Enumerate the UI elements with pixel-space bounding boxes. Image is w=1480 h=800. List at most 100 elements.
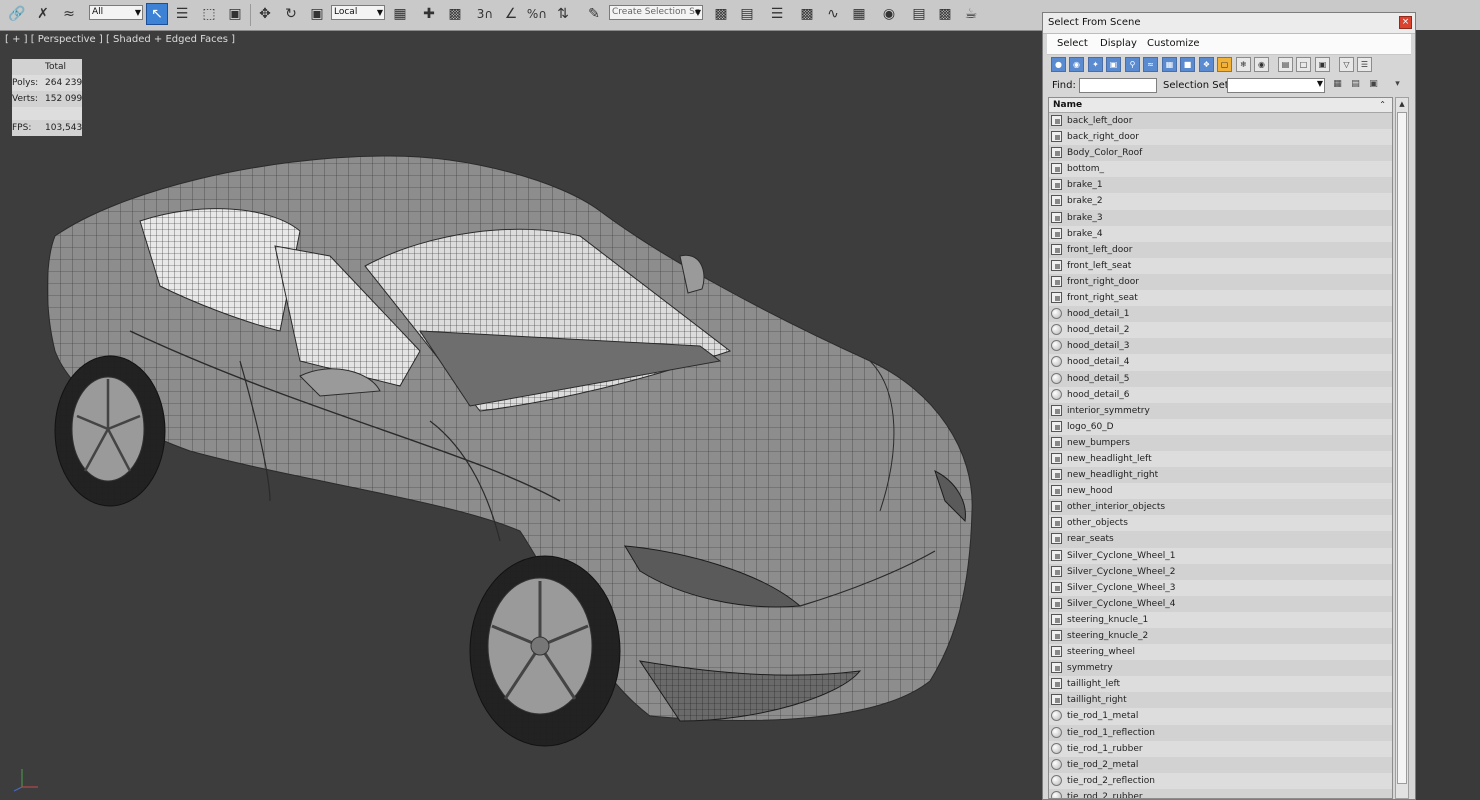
select-manipulate-icon[interactable]: ✚ xyxy=(418,3,440,25)
list-item[interactable]: Silver_Cyclone_Wheel_1 xyxy=(1049,547,1392,564)
remove-from-selection-set-icon[interactable]: ▣ xyxy=(1367,79,1380,92)
list-item[interactable]: steering_knucle_1 xyxy=(1049,611,1392,628)
list-item[interactable]: steering_wheel xyxy=(1049,644,1392,661)
object-list[interactable]: Name ⌃ back_left_door back_right_door Body_… xyxy=(1048,97,1393,799)
list-item[interactable]: symmetry xyxy=(1049,660,1392,677)
select-none-icon[interactable]: □ xyxy=(1296,57,1311,72)
add-to-selection-set-icon[interactable]: ▤ xyxy=(1349,79,1362,92)
list-item[interactable]: tie_rod_2_metal xyxy=(1049,756,1392,773)
list-item[interactable]: brake_1 xyxy=(1049,177,1392,194)
list-item[interactable]: new_hood xyxy=(1049,483,1392,500)
list-item[interactable]: hood_detail_4 xyxy=(1049,354,1392,371)
render-production-icon[interactable]: ☕ xyxy=(960,3,982,25)
link-icon[interactable]: 🔗 xyxy=(6,3,28,25)
move-icon[interactable]: ✥ xyxy=(254,3,276,25)
perspective-viewport[interactable]: [ + ] [ Perspective ] [ Shaded + Edged F… xyxy=(0,31,1040,800)
rotate-icon[interactable]: ↻ xyxy=(280,3,302,25)
list-item[interactable]: hood_detail_3 xyxy=(1049,338,1392,355)
list-item[interactable]: logo_60_D xyxy=(1049,418,1392,435)
list-item[interactable]: tie_rod_1_metal xyxy=(1049,708,1392,725)
list-item[interactable]: brake_3 xyxy=(1049,209,1392,226)
list-item[interactable]: other_objects xyxy=(1049,515,1392,532)
list-item[interactable]: tie_rod_2_rubber xyxy=(1049,788,1392,798)
spinner-snap-icon[interactable]: ⇅ xyxy=(552,3,574,25)
rectangular-selection-icon[interactable]: ⬚ xyxy=(198,3,220,25)
select-by-name-icon[interactable]: ☰ xyxy=(171,3,193,25)
list-item[interactable]: new_bumpers xyxy=(1049,434,1392,451)
scrollbar-thumb[interactable] xyxy=(1397,112,1407,784)
menu-customize[interactable]: Customize xyxy=(1147,38,1200,49)
bind-space-warp-icon[interactable]: ≈ xyxy=(58,3,80,25)
list-item[interactable]: back_left_door xyxy=(1049,113,1392,130)
display-helpers-icon[interactable]: ⚲ xyxy=(1125,57,1140,72)
list-item[interactable]: brake_2 xyxy=(1049,193,1392,210)
list-item[interactable]: tie_rod_1_rubber xyxy=(1049,740,1392,757)
list-item[interactable]: hood_detail_5 xyxy=(1049,370,1392,387)
filter-icon[interactable]: ▽ xyxy=(1339,57,1354,72)
list-item[interactable]: back_right_door xyxy=(1049,129,1392,146)
list-item[interactable]: front_right_seat xyxy=(1049,290,1392,307)
list-item[interactable]: Silver_Cyclone_Wheel_4 xyxy=(1049,595,1392,612)
list-item[interactable]: hood_detail_6 xyxy=(1049,386,1392,403)
display-xrefs-icon[interactable]: ■ xyxy=(1180,57,1195,72)
render-setup-icon[interactable]: ▤ xyxy=(908,3,930,25)
mirror-icon[interactable]: ▩ xyxy=(710,3,732,25)
display-shapes-icon[interactable]: ◉ xyxy=(1069,57,1084,72)
curve-editor-icon[interactable]: ∿ xyxy=(822,3,844,25)
display-spacewarps-icon[interactable]: ≈ xyxy=(1143,57,1158,72)
selection-set-dropdown[interactable]: ▼ xyxy=(1227,78,1325,93)
display-lights-icon[interactable]: ✦ xyxy=(1088,57,1103,72)
list-item[interactable]: interior_symmetry xyxy=(1049,402,1392,419)
list-item[interactable]: rear_seats xyxy=(1049,531,1392,548)
select-invert-icon[interactable]: ▣ xyxy=(1315,57,1330,72)
close-button[interactable]: × xyxy=(1399,16,1412,29)
keyboard-shortcut-override-icon[interactable]: ▩ xyxy=(444,3,466,25)
snaps-toggle-icon[interactable]: 3 ∩ xyxy=(474,3,496,25)
create-selection-set-icon[interactable]: ▦ xyxy=(1331,79,1344,92)
list-item[interactable]: taillight_left xyxy=(1049,676,1392,693)
align-icon[interactable]: ▤ xyxy=(736,3,758,25)
display-hidden-icon[interactable]: ◉ xyxy=(1254,57,1269,72)
list-item[interactable]: Silver_Cyclone_Wheel_3 xyxy=(1049,579,1392,596)
list-item[interactable]: Body_Color_Roof xyxy=(1049,145,1392,162)
display-geometry-icon[interactable]: ● xyxy=(1051,57,1066,72)
selection-filter-dropdown[interactable]: All ▼ xyxy=(89,5,143,20)
toggle-scene-explorer-icon[interactable]: ▩ xyxy=(796,3,818,25)
pivot-center-icon[interactable]: ▦ xyxy=(389,3,411,25)
expand-options-icon[interactable]: ▾ xyxy=(1391,79,1404,92)
list-item[interactable]: front_left_door xyxy=(1049,241,1392,258)
schematic-view-icon[interactable]: ▦ xyxy=(848,3,870,25)
list-item[interactable]: tie_rod_1_reflection xyxy=(1049,724,1392,741)
display-cameras-icon[interactable]: ▣ xyxy=(1106,57,1121,72)
list-item[interactable]: new_headlight_left xyxy=(1049,450,1392,468)
material-editor-icon[interactable]: ◉ xyxy=(878,3,900,25)
filter-options-icon[interactable]: ☰ xyxy=(1357,57,1372,72)
display-bones-icon[interactable]: ❖ xyxy=(1199,57,1214,72)
edit-named-selection-icon[interactable]: ✎ xyxy=(583,3,605,25)
list-item[interactable]: taillight_right xyxy=(1049,692,1392,709)
list-scrollbar[interactable]: ▲ xyxy=(1395,97,1409,799)
select-object-icon[interactable]: ↖ xyxy=(146,3,168,25)
select-all-icon[interactable]: ▤ xyxy=(1278,57,1293,72)
list-item[interactable]: hood_detail_1 xyxy=(1049,306,1392,323)
list-item[interactable]: other_interior_objects xyxy=(1049,499,1392,516)
reference-coordinate-dropdown[interactable]: Local ▼ xyxy=(331,5,385,20)
display-containers-icon[interactable]: ▢ xyxy=(1217,57,1232,72)
scale-icon[interactable]: ▣ xyxy=(306,3,328,25)
unlink-icon[interactable]: ✗ xyxy=(32,3,54,25)
window-crossing-icon[interactable]: ▣ xyxy=(224,3,246,25)
column-header-name[interactable]: Name ⌃ xyxy=(1049,98,1392,113)
list-item[interactable]: hood_detail_2 xyxy=(1049,322,1392,339)
viewport-label[interactable]: [ + ] [ Perspective ] [ Shaded + Edged F… xyxy=(5,34,235,45)
percent-snap-icon[interactable]: % ∩ xyxy=(526,3,548,25)
layer-manager-icon[interactable]: ☰ xyxy=(766,3,788,25)
menu-display[interactable]: Display xyxy=(1100,38,1137,49)
display-groups-icon[interactable]: ▦ xyxy=(1162,57,1177,72)
angle-snap-icon[interactable]: ∠ xyxy=(500,3,522,25)
named-selection-set-dropdown[interactable]: Create Selection Se ▼ xyxy=(609,5,703,20)
find-input[interactable] xyxy=(1079,78,1157,93)
dialog-title-bar[interactable]: Select From Scene × xyxy=(1043,13,1415,34)
display-frozen-icon[interactable]: ❄ xyxy=(1236,57,1251,72)
list-item[interactable]: Silver_Cyclone_Wheel_2 xyxy=(1049,563,1392,580)
list-item[interactable]: front_left_seat xyxy=(1049,257,1392,274)
